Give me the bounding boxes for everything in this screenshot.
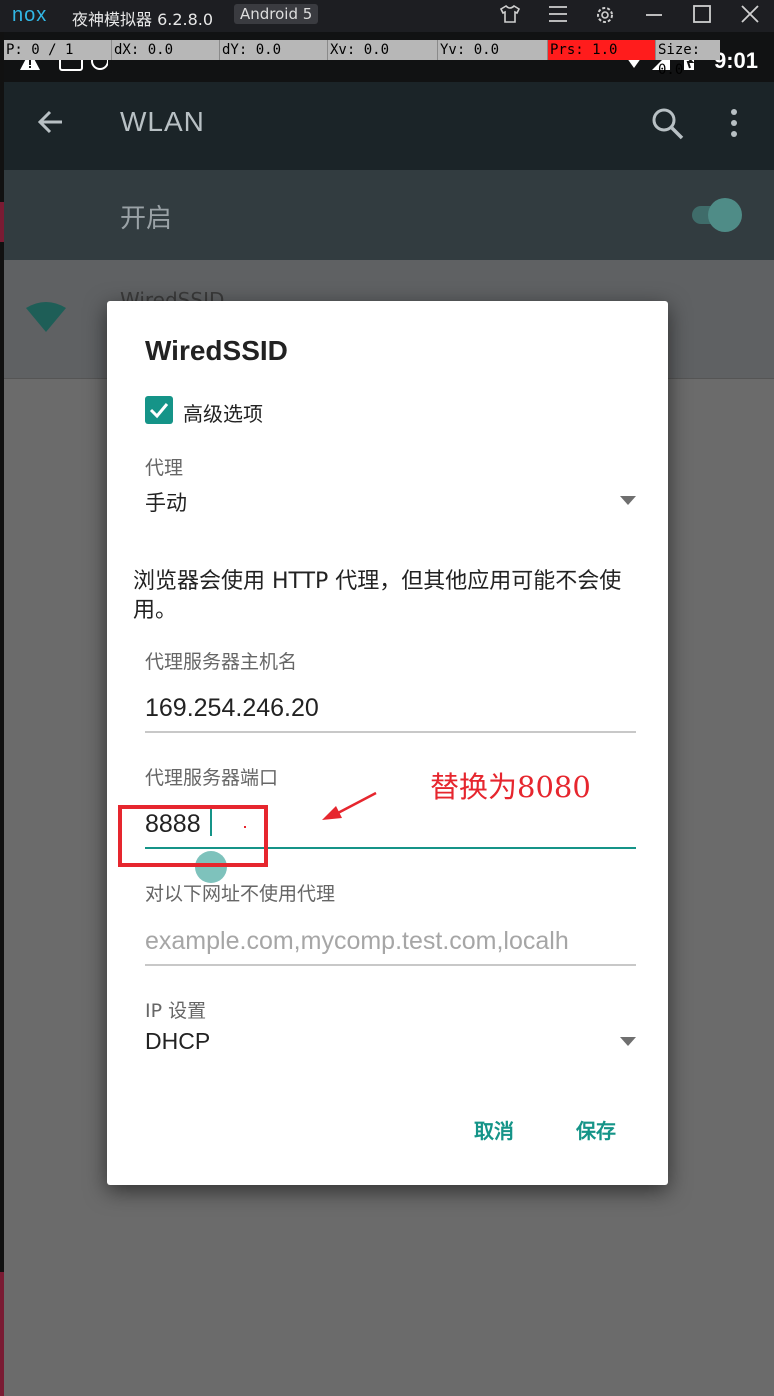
pointer-cell: P: 0 / 1 (4, 40, 112, 60)
cancel-button[interactable]: 取消 (474, 1115, 514, 1144)
proxy-label: 代理 (145, 457, 184, 479)
dialog-title: WiredSSID (145, 335, 288, 366)
proxy-note: 浏览器会使用 HTTP 代理，但其他应用可能不会使用。 (133, 569, 622, 623)
minimize-icon[interactable] (641, 4, 667, 28)
android-screen: 9:01 P: 0 / 1 dX: 0.0 dY: 0.0 Xv: 0.0 Yv… (4, 32, 774, 1396)
advanced-options-label[interactable]: 高级选项 (183, 398, 263, 427)
proxy-port-label: 代理服务器端口 (145, 767, 279, 789)
proxy-host-input[interactable]: 169.254.246.20 (145, 694, 319, 723)
nox-logo: nox (12, 4, 48, 26)
proxy-host-underline (145, 731, 636, 733)
annotation-text: 替换为8080 (430, 770, 591, 804)
page-title: WLAN (120, 106, 205, 137)
emulator-title: 夜神模拟器 6.2.8.0 (72, 10, 214, 29)
emulator-titlebar: nox 夜神模拟器 6.2.8.0 Android 5 (0, 0, 774, 32)
pointer-location-bar: P: 0 / 1 dX: 0.0 dY: 0.0 Xv: 0.0 Yv: 0.0… (4, 40, 720, 78)
pointer-cell: dX: 0.0 (112, 40, 220, 60)
wifi-toggle-label: 开启 (120, 204, 173, 234)
pointer-cell: Xv: 0.0 (328, 40, 438, 60)
advanced-options-checkbox[interactable] (145, 396, 173, 424)
app-bar: WLAN (4, 82, 774, 170)
status-time: 9:01 (713, 48, 758, 73)
bypass-input[interactable]: example.com,mycomp.test.com,localh (145, 927, 637, 956)
annotation-dot (244, 826, 246, 828)
pointer-cell: Size: 0.0 (658, 42, 701, 78)
bypass-underline (145, 964, 636, 966)
dropdown-arrow-icon[interactable] (620, 496, 636, 505)
ip-settings-select[interactable]: DHCP (145, 1028, 210, 1055)
ip-settings-label: IP 设置 (145, 1000, 207, 1022)
save-button[interactable]: 保存 (576, 1115, 616, 1144)
back-arrow-icon[interactable] (32, 104, 72, 144)
more-vert-icon[interactable] (724, 108, 744, 144)
maximize-icon[interactable] (689, 4, 715, 28)
bypass-label: 对以下网址不使用代理 (145, 883, 336, 905)
annotation-arrow-icon (322, 791, 377, 820)
menu-icon[interactable] (545, 4, 571, 28)
wifi-config-dialog: WiredSSID 高级选项 代理 手动 浏览器会使用 HTTP 代理，但其他应… (107, 301, 668, 1185)
wifi-toggle-row[interactable]: 开启 (4, 170, 774, 260)
pointer-cell: Yv: 0.0 (438, 40, 548, 60)
pointer-cell: dY: 0.0 (220, 40, 328, 60)
wifi-signal-icon (24, 300, 68, 340)
search-icon[interactable] (650, 106, 690, 146)
close-icon[interactable] (737, 4, 763, 28)
android-version-badge: Android 5 (234, 4, 319, 24)
annotation-highlight-box (118, 805, 268, 867)
gear-icon[interactable] (592, 4, 618, 28)
toggle-thumb[interactable] (708, 198, 742, 232)
pointer-cell-pressure: Prs: 1.0 (548, 40, 656, 60)
shirt-icon[interactable] (497, 4, 523, 28)
dropdown-arrow-icon[interactable] (620, 1037, 636, 1046)
proxy-select[interactable]: 手动 (145, 487, 187, 517)
proxy-host-label: 代理服务器主机名 (145, 651, 298, 673)
